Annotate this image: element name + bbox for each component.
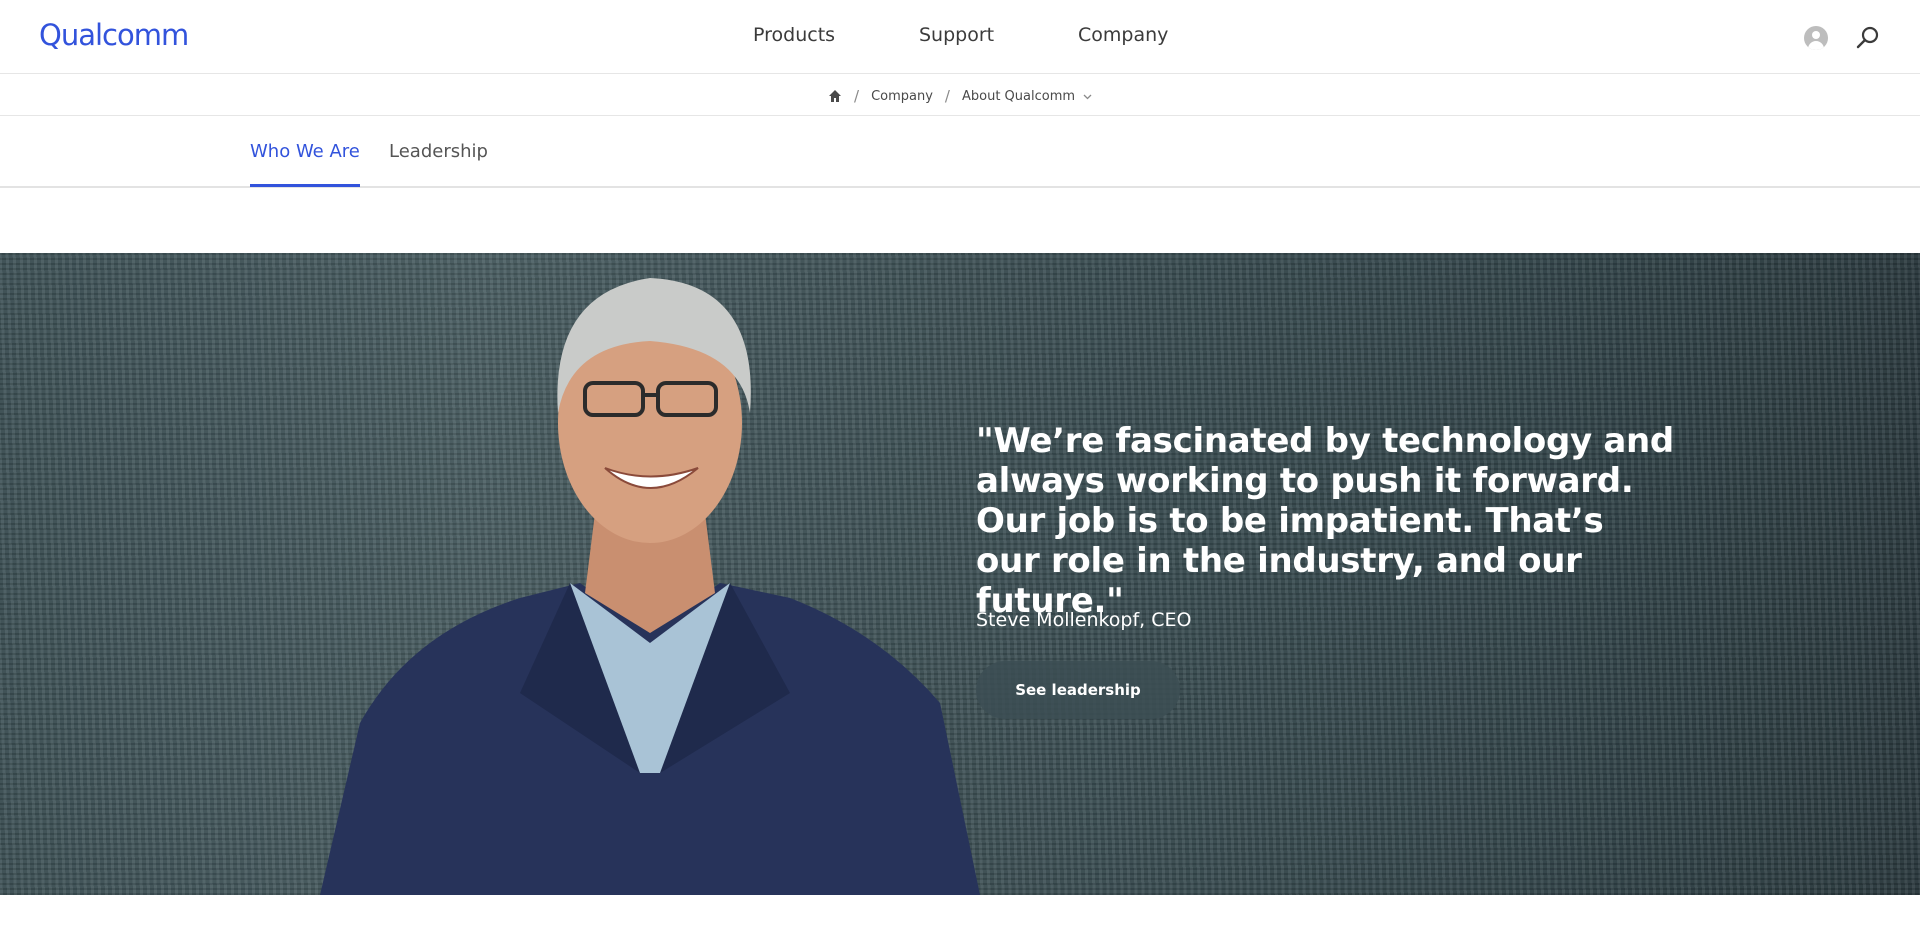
hero-banner: "We’re fascinated by technology and alwa… [0, 253, 1920, 895]
ceo-portrait-image [320, 278, 980, 895]
tab-who-we-are[interactable]: Who We Are [250, 141, 360, 187]
main-nav: Products Support Company [0, 24, 1920, 52]
chevron-down-icon[interactable] [1083, 92, 1092, 101]
breadcrumb-items: / Company / About Qualcomm [828, 87, 1092, 105]
see-leadership-button[interactable]: See leadership [976, 661, 1180, 719]
quote-attribution: Steve Mollenkopf, CEO [976, 609, 1192, 631]
tab-leadership[interactable]: Leadership [389, 141, 488, 186]
user-icon-body [1808, 41, 1824, 50]
nav-products[interactable]: Products [753, 24, 835, 46]
breadcrumb-company[interactable]: Company [871, 89, 933, 104]
breadcrumb-separator: / [854, 87, 860, 105]
breadcrumb: / Company / About Qualcomm [0, 75, 1920, 116]
home-icon[interactable] [828, 89, 842, 103]
user-icon[interactable] [1804, 26, 1828, 50]
search-icon[interactable] [1855, 25, 1881, 51]
hero-quote: "We’re fascinated by technology and alwa… [976, 421, 1674, 621]
site-header: Qualcomm Products Support Company [0, 0, 1920, 74]
nav-company[interactable]: Company [1078, 24, 1168, 46]
user-icon-head [1812, 31, 1820, 39]
nav-support[interactable]: Support [919, 24, 994, 46]
breadcrumb-about-qualcomm[interactable]: About Qualcomm [962, 89, 1075, 104]
breadcrumb-separator: / [944, 87, 950, 105]
section-tabs: Who We Are Leadership [0, 117, 1920, 188]
